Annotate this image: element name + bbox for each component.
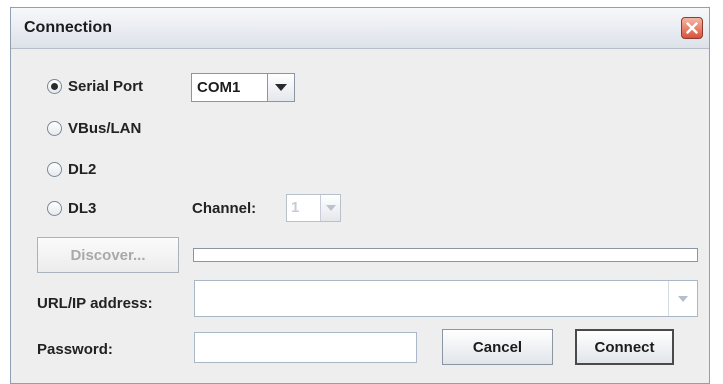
chevron-down-icon [325, 205, 336, 211]
radio-vbus-lan-label: VBus/LAN [68, 119, 142, 137]
radio-dl2-label: DL2 [68, 160, 97, 178]
serial-port-dropdown-button[interactable] [267, 74, 294, 101]
url-ip-dropdown-button[interactable] [668, 281, 697, 316]
cancel-button[interactable]: Cancel [442, 329, 553, 365]
connect-button[interactable]: Connect [575, 329, 674, 365]
radio-icon [47, 78, 62, 94]
radio-serial-port[interactable]: Serial Port [47, 76, 143, 96]
serial-port-value: COM1 [197, 79, 241, 96]
discover-progress-bar [193, 248, 698, 262]
radio-serial-port-label: Serial Port [68, 77, 144, 95]
title-bar[interactable]: Connection [11, 8, 709, 49]
radio-dl3-label: DL3 [68, 199, 97, 217]
connection-dialog: Connection Serial Port COM1 VBus/LAN DL2 [10, 7, 710, 384]
radio-icon [47, 120, 62, 136]
window-title: Connection [24, 19, 112, 36]
chevron-down-icon [275, 84, 287, 91]
serial-port-select[interactable]: COM1 [191, 73, 295, 102]
url-ip-input[interactable] [195, 281, 670, 316]
close-icon [686, 22, 698, 34]
radio-dl2[interactable]: DL2 [47, 159, 96, 179]
radio-vbus-lan[interactable]: VBus/LAN [47, 118, 141, 138]
channel-dropdown-button[interactable] [320, 195, 340, 221]
url-ip-label: URL/IP address: [37, 295, 153, 312]
password-field[interactable] [194, 332, 417, 363]
channel-label: Channel: [192, 200, 257, 217]
password-label: Password: [37, 341, 113, 358]
radio-selected-dot [51, 82, 58, 90]
radio-icon [47, 200, 62, 216]
channel-select[interactable]: 1 [286, 194, 341, 222]
chevron-down-icon [678, 295, 688, 302]
radio-icon [47, 161, 62, 177]
radio-dl3[interactable]: DL3 [47, 198, 96, 218]
channel-value: 1 [291, 199, 300, 216]
url-ip-combo[interactable] [194, 280, 698, 317]
close-button[interactable] [681, 17, 703, 39]
discover-button[interactable]: Discover... [37, 237, 179, 273]
